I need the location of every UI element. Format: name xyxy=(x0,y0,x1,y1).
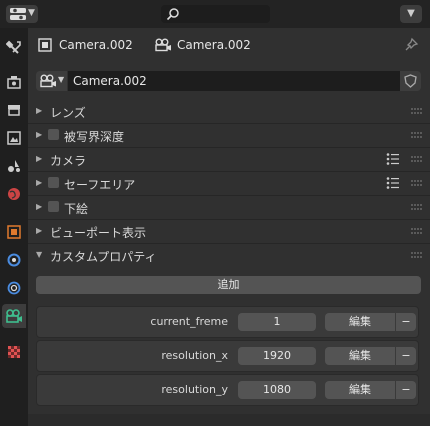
properties-editor-icon xyxy=(10,8,26,20)
tool-icon xyxy=(6,40,21,54)
object-name: Camera.002 xyxy=(59,38,133,52)
fake-user-shield-icon xyxy=(404,74,417,88)
scene-icon xyxy=(8,160,20,172)
remove-property-button[interactable]: − xyxy=(396,347,416,365)
section-label: カスタムプロパティ xyxy=(50,250,157,264)
drag-handle-icon[interactable] xyxy=(411,252,423,258)
view-layer-icon xyxy=(7,131,21,145)
search-input[interactable] xyxy=(161,5,270,23)
camera-data-icon xyxy=(155,38,171,52)
chevron-right-icon: ▶ xyxy=(36,130,43,139)
section-lens[interactable]: ▶ レンズ xyxy=(28,99,430,123)
custom-property-row: current_freme 1 編集 − xyxy=(36,306,419,338)
section-background-images[interactable]: ▶ 下絵 xyxy=(28,195,430,219)
drag-handle-icon[interactable] xyxy=(411,204,423,210)
property-name: resolution_y xyxy=(161,383,228,396)
drag-handle-icon[interactable] xyxy=(411,132,423,138)
texture-icon xyxy=(8,346,20,358)
data-name: Camera.002 xyxy=(177,38,251,52)
chevron-down-icon: ▼ xyxy=(36,250,43,259)
chevron-right-icon: ▶ xyxy=(36,202,43,211)
custom-property-row: resolution_x 1920 編集 − xyxy=(36,340,419,372)
edit-property-button[interactable]: 編集 xyxy=(325,347,395,365)
object-icon xyxy=(7,225,21,239)
add-property-button[interactable]: 追加 xyxy=(36,276,421,294)
panel-bottom-margin xyxy=(28,414,430,426)
drag-handle-icon[interactable] xyxy=(411,108,423,114)
tab-render[interactable] xyxy=(2,70,26,94)
edit-property-button[interactable]: 編集 xyxy=(325,381,395,399)
options-dropdown[interactable]: ▼ xyxy=(400,5,422,23)
properties-header: ▼ ▼ xyxy=(0,0,430,28)
tab-tool[interactable] xyxy=(2,36,26,60)
tab-scene[interactable] xyxy=(2,154,26,178)
property-value-field[interactable]: 1920 xyxy=(238,347,316,365)
section-depth-of-field[interactable]: ▶ 被写界深度 xyxy=(28,123,430,147)
chevron-down-icon: ▼ xyxy=(58,75,65,84)
presets-list-icon[interactable] xyxy=(386,176,400,190)
chevron-right-icon: ▶ xyxy=(36,226,43,235)
object-icon xyxy=(38,38,52,52)
drag-handle-icon[interactable] xyxy=(411,180,423,186)
section-camera[interactable]: ▶ カメラ xyxy=(28,147,430,171)
world-icon xyxy=(8,188,20,200)
drag-handle-icon[interactable] xyxy=(411,156,423,162)
property-name: resolution_x xyxy=(161,349,228,362)
search-icon xyxy=(166,8,179,21)
edit-property-button[interactable]: 編集 xyxy=(325,313,395,331)
modifiers-icon xyxy=(7,253,21,267)
output-icon xyxy=(8,105,20,116)
section-safe-areas[interactable]: ▶ セーフエリア xyxy=(28,171,430,195)
enable-checkbox[interactable] xyxy=(48,177,59,188)
tab-output[interactable] xyxy=(2,98,26,122)
section-label: 被写界深度 xyxy=(64,130,125,144)
presets-list-icon[interactable] xyxy=(386,152,400,166)
enable-checkbox[interactable] xyxy=(48,201,59,212)
camera-data-icon xyxy=(6,309,22,323)
tab-object[interactable] xyxy=(2,220,26,244)
enable-checkbox[interactable] xyxy=(48,129,59,140)
tab-view-layer[interactable] xyxy=(2,126,26,150)
tab-modifiers[interactable] xyxy=(2,248,26,272)
tab-texture[interactable] xyxy=(2,340,26,364)
datablock-name-field[interactable]: Camera.002 xyxy=(68,71,400,91)
custom-property-row: resolution_y 1080 編集 − xyxy=(36,374,419,406)
pin-icon[interactable] xyxy=(403,37,419,53)
physics-icon xyxy=(7,281,21,295)
datablock-browse-button[interactable]: ▼ xyxy=(36,71,67,91)
tab-physics[interactable] xyxy=(2,276,26,300)
fake-user-button[interactable] xyxy=(400,71,421,91)
section-label: カメラ xyxy=(50,154,87,168)
properties-panel: Camera.002 Camera.002 ▼ Camera.002 ▶ レンズ… xyxy=(28,28,430,414)
section-label: 下絵 xyxy=(64,202,89,216)
camera-data-icon xyxy=(40,74,56,88)
chevron-down-icon: ▼ xyxy=(28,8,35,18)
property-name: current_freme xyxy=(150,315,228,328)
properties-tabs xyxy=(0,28,28,426)
remove-property-button[interactable]: − xyxy=(396,313,416,331)
camera-datablock-selector: ▼ Camera.002 xyxy=(36,71,421,91)
drag-handle-icon[interactable] xyxy=(411,228,423,234)
section-custom-properties[interactable]: ▼ カスタムプロパティ xyxy=(28,243,430,267)
tab-camera-data[interactable] xyxy=(2,304,26,328)
section-label: セーフエリア xyxy=(64,178,136,192)
property-value-field[interactable]: 1 xyxy=(238,313,316,331)
chevron-right-icon: ▶ xyxy=(36,178,43,187)
editor-type-dropdown[interactable]: ▼ xyxy=(6,5,38,23)
remove-property-button[interactable]: − xyxy=(396,381,416,399)
chevron-right-icon: ▶ xyxy=(36,154,43,163)
property-value-field[interactable]: 1080 xyxy=(238,381,316,399)
chevron-right-icon: ▶ xyxy=(36,106,43,115)
render-icon xyxy=(7,76,21,89)
section-label: ビューポート表示 xyxy=(50,226,147,240)
section-label: レンズ xyxy=(50,106,86,120)
tab-world[interactable] xyxy=(2,182,26,206)
section-viewport-display[interactable]: ▶ ビューポート表示 xyxy=(28,219,430,243)
